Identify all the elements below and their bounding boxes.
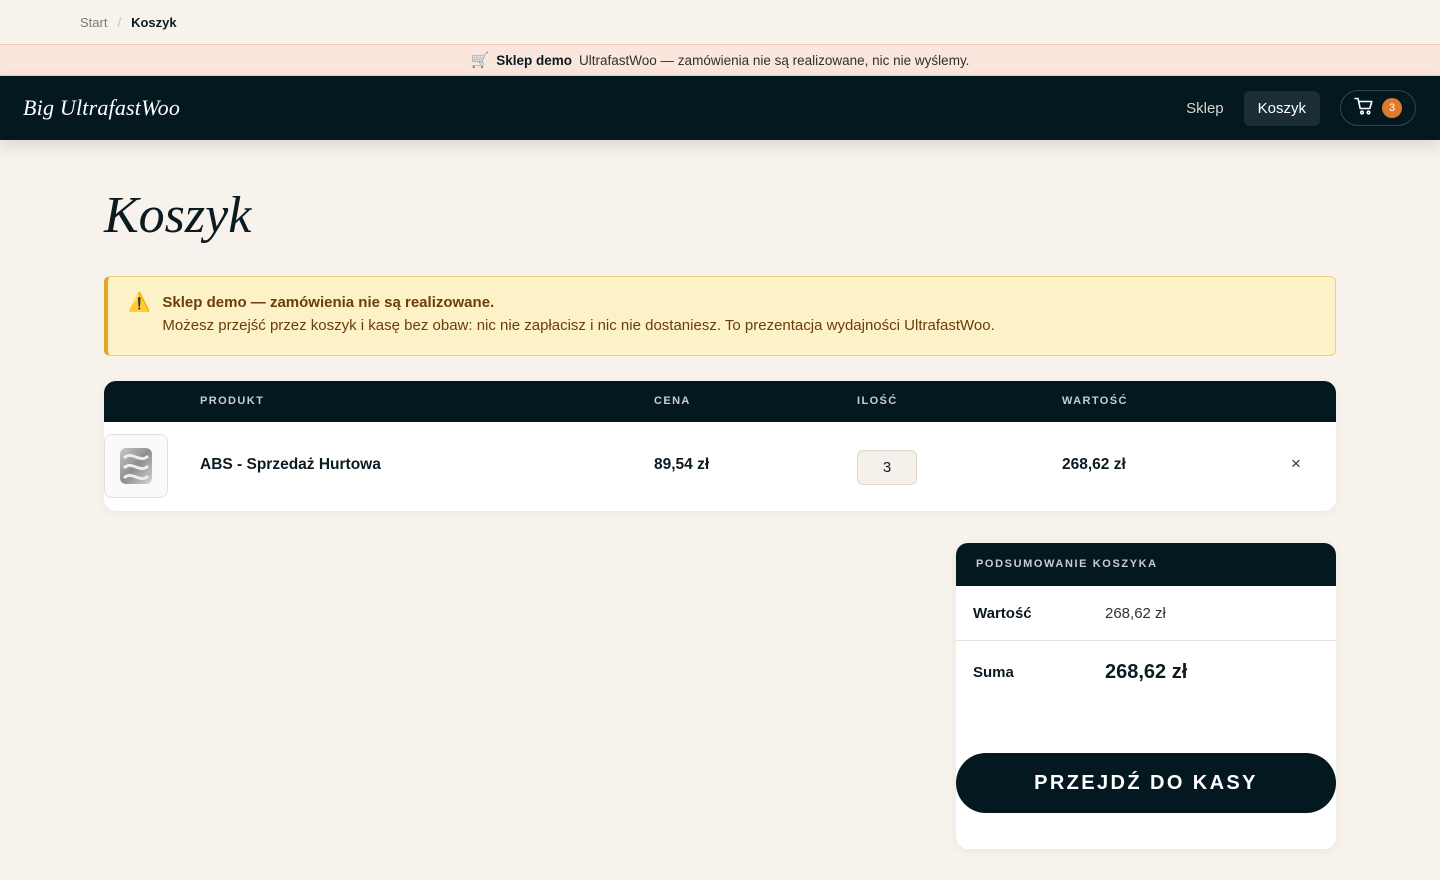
table-row: ABS - Sprzedaż Hurtowa 89,54 zł 268,62 z… — [104, 422, 1336, 511]
total-value: 268,62 zł — [1105, 660, 1188, 683]
main-content: Koszyk ⚠️ Sklep demo — zamówienia nie są… — [0, 184, 1440, 511]
warning-icon: ⚠️ — [128, 292, 151, 312]
header-total: WARTOŚĆ — [1062, 395, 1128, 407]
summary-total-row: Suma 268,62 zł — [956, 641, 1336, 703]
product-name-link[interactable]: ABS - Sprzedaż Hurtowa — [200, 456, 381, 474]
shopping-cart-icon: 🛒 — [470, 52, 490, 69]
header-price: CENA — [654, 395, 691, 407]
site-header: Big UltrafastWoo Sklep Koszyk 3 — [0, 76, 1440, 140]
main-nav: Sklep Koszyk 3 — [1172, 90, 1416, 126]
quantity-input[interactable] — [857, 450, 917, 485]
breadcrumb: Start / Koszyk — [0, 0, 1440, 44]
nav-shop-link[interactable]: Sklep — [1172, 91, 1238, 126]
product-line-total: 268,62 zł — [1062, 456, 1126, 473]
breadcrumb-start-link[interactable]: Start — [80, 15, 107, 30]
product-thumbnail[interactable] — [104, 434, 168, 498]
demo-notice: ⚠️ Sklep demo — zamówienia nie są realiz… — [104, 276, 1336, 356]
subtotal-value: 268,62 zł — [1105, 604, 1166, 622]
summary-title: PODSUMOWANIE KOSZYKA — [956, 543, 1336, 586]
nav-cart-link[interactable]: Koszyk — [1243, 90, 1320, 126]
total-label: Suma — [973, 663, 1014, 681]
notice-title: Sklep demo — zamówienia nie są realizowa… — [162, 294, 495, 311]
summary-subtotal-row: Wartość 268,62 zł — [956, 586, 1336, 641]
cart-table: PRODUKT CENA ILOŚĆ WARTOŚĆ ABS - Sprzeda… — [104, 381, 1336, 511]
checkout-button[interactable]: PRZEJDŹ DO KASY — [956, 753, 1336, 813]
subtotal-label: Wartość — [973, 604, 1032, 622]
header-product: PRODUKT — [200, 395, 265, 407]
header-cart-button[interactable]: 3 — [1340, 90, 1416, 126]
cart-summary: PODSUMOWANIE KOSZYKA Wartość 268,62 zł S… — [956, 543, 1336, 849]
cart-count-badge: 3 — [1382, 98, 1402, 118]
product-price: 89,54 zł — [654, 456, 710, 473]
breadcrumb-current: Koszyk — [131, 14, 177, 30]
demo-strip-strong: Sklep demo — [496, 52, 573, 68]
cart-icon — [1354, 97, 1374, 120]
remove-item-close-icon[interactable]: × — [1286, 454, 1306, 474]
demo-strip-text: UltrafastWoo — zamówienia nie są realizo… — [579, 52, 970, 68]
notice-text: Możesz przejść przez koszyk i kasę bez o… — [162, 317, 995, 334]
demo-strip: 🛒 Sklep demo UltrafastWoo — zamówienia n… — [0, 44, 1440, 76]
header-qty: ILOŚĆ — [857, 395, 898, 407]
site-logo[interactable]: Big UltrafastWoo — [23, 95, 180, 121]
page-title: Koszyk — [104, 187, 252, 244]
breadcrumb-separator: / — [117, 14, 122, 30]
table-header: PRODUKT CENA ILOŚĆ WARTOŚĆ — [104, 381, 1336, 422]
